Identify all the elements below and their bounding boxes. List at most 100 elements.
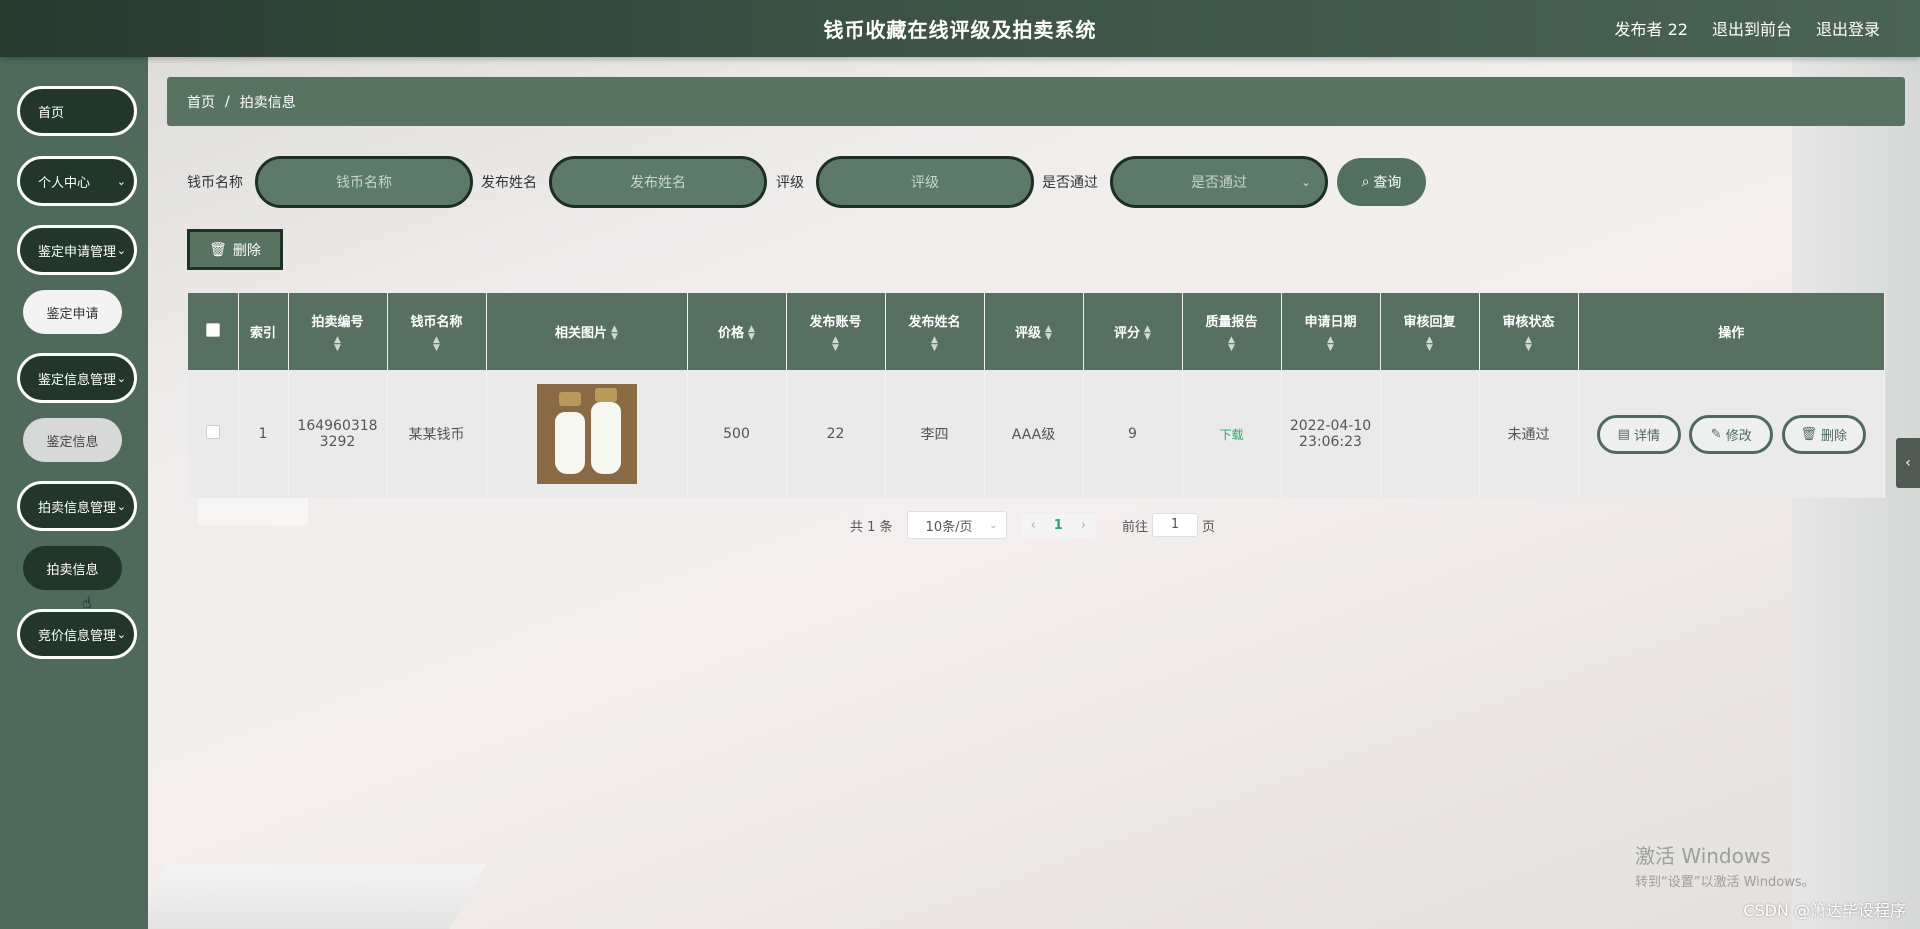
current-page[interactable]: 1 (1054, 518, 1063, 533)
sidebar-item-bid-mgmt[interactable]: 竞价信息管理 ⌄ (17, 609, 137, 659)
logout-link[interactable]: 退出登录 (1816, 16, 1880, 40)
sidebar-subitem-auction-info[interactable]: 拍卖信息 (23, 546, 122, 590)
current-user[interactable]: 发布者 22 (1615, 16, 1688, 40)
pagination: 共 1 条 10条/页 ⌄ ‹ 1 › 前往 1 页 (850, 511, 1215, 539)
chevron-down-icon: ⌄ (116, 243, 126, 257)
header-label: 审核状态 (1502, 315, 1555, 330)
sort-icon[interactable]: ▲ ▼ (611, 325, 618, 342)
page-size-select[interactable]: 10条/页 ⌄ (906, 511, 1007, 539)
passed-select-value: 是否通过 (1191, 175, 1247, 191)
cell-date: 2022-04-10 23:06:23 (1281, 370, 1381, 498)
sidebar-item-label: 拍卖信息 (46, 562, 99, 578)
sidebar-item-label: 鉴定信息 (46, 434, 99, 450)
query-button[interactable]: ⌕ 查询 (1337, 158, 1426, 206)
row-checkbox[interactable] (205, 425, 220, 439)
sidebar-item-appraisal-info-mgmt[interactable]: 鉴定信息管理 ⌄ (17, 353, 137, 403)
header-publisher-name[interactable]: 发布姓名 ▲ ▼ (885, 293, 985, 370)
cell-actions: ▤ 详情 ✎ 修改 🗑 删除 (1578, 370, 1885, 498)
sidebar-item-home[interactable]: 首页 (17, 86, 137, 136)
coin-photo[interactable] (536, 384, 637, 484)
header-label: 评分 (1114, 325, 1141, 341)
header-label: 发布姓名 (908, 315, 961, 330)
passed-select[interactable]: 是否通过 ⌄ (1110, 156, 1328, 208)
row-select[interactable] (188, 370, 239, 498)
top-bar: 钱币收藏在线评级及拍卖系统 发布者 22 退出到前台 退出登录 (0, 0, 1920, 57)
page-nav: ‹ 1 › (1020, 513, 1096, 537)
auction-no-line2: 3292 (319, 434, 356, 450)
header-actions: 操作 (1578, 293, 1885, 370)
rating-label: 评级 (776, 175, 804, 191)
header-report[interactable]: 质量报告 ▲ ▼ (1182, 293, 1282, 370)
chevron-down-icon: ⌄ (116, 499, 126, 513)
sidebar-item-appraisal-apply-mgmt[interactable]: 鉴定申请管理 ⌄ (17, 225, 137, 275)
rating-input[interactable]: 评级 (816, 156, 1034, 208)
header-reply[interactable]: 审核回复 ▲ ▼ (1380, 293, 1480, 370)
prev-page-icon[interactable]: ‹ (1031, 518, 1036, 533)
sort-icon[interactable]: ▲ ▼ (392, 336, 482, 353)
header-auction-no[interactable]: 拍卖编号 ▲ ▼ (288, 293, 388, 370)
sidebar-subitem-appraisal-apply[interactable]: 鉴定申请 (23, 290, 122, 334)
sort-icon[interactable]: ▲ ▼ (1144, 325, 1151, 342)
front-link[interactable]: 退出到前台 (1712, 16, 1792, 40)
coin-name-input[interactable]: 钱币名称 (255, 156, 473, 208)
header-price[interactable]: 价格 ▲ ▼ (687, 293, 787, 370)
header-select-all[interactable] (188, 293, 239, 370)
edit-button[interactable]: ✎ 修改 (1689, 414, 1774, 454)
header-label: 申请日期 (1304, 315, 1357, 330)
sort-icon[interactable]: ▲ ▼ (791, 336, 881, 353)
header-label: 价格 (718, 325, 745, 341)
goto-page-input[interactable]: 1 (1152, 513, 1199, 537)
sort-icon[interactable]: ▲ ▼ (1385, 336, 1475, 353)
goto-page: 前往 1 页 (1122, 513, 1215, 537)
header-label: 相关图片 (555, 325, 608, 341)
detail-button-label: 详情 (1633, 428, 1660, 444)
header-image[interactable]: 相关图片 ▲ ▼ (486, 293, 688, 370)
delete-button[interactable]: 🗑 删除 (1781, 414, 1866, 454)
breadcrumb: 首页 / 拍卖信息 (167, 77, 1905, 126)
header-date[interactable]: 申请日期 ▲ ▼ (1281, 293, 1381, 370)
sort-icon[interactable]: ▲ ▼ (748, 325, 755, 342)
header-label: 质量报告 (1205, 315, 1258, 330)
detail-button[interactable]: ▤ 详情 (1596, 414, 1681, 454)
select-all-checkbox[interactable] (205, 322, 220, 337)
sidebar-item-label: 竞价信息管理 (38, 628, 117, 644)
delete-button-label: 删除 (1820, 428, 1847, 444)
auction-table: 索引 拍卖编号 ▲ ▼ 钱币名称 ▲ ▼ 相关图片 ▲ ▼ 价格 ▲ ▼ 发布账号 ▲ ▼ 发布姓名… (188, 293, 1885, 498)
header-rating[interactable]: 评级 ▲ ▼ (984, 293, 1084, 370)
download-report-link[interactable]: 下载 (1219, 428, 1243, 442)
sort-icon[interactable]: ▲ ▼ (890, 336, 980, 353)
header-status[interactable]: 审核状态 ▲ ▼ (1479, 293, 1579, 370)
cell-reply (1380, 370, 1480, 498)
sidebar-item-auction-mgmt[interactable]: 拍卖信息管理 ⌄ (17, 481, 137, 531)
sidebar-item-label: 拍卖信息管理 (38, 500, 117, 516)
date-line1: 2022-04-10 (1289, 418, 1372, 434)
header-score[interactable]: 评分 ▲ ▼ (1083, 293, 1183, 370)
header-label: 钱币名称 (410, 315, 463, 330)
trash-icon: 🗑 (1800, 426, 1817, 442)
collapse-panel-tab[interactable]: ‹ (1896, 438, 1920, 488)
header-label: 拍卖编号 (311, 315, 364, 330)
header-coin-name[interactable]: 钱币名称 ▲ ▼ (387, 293, 487, 370)
sidebar-item-label: 首页 (38, 105, 65, 121)
sidebar-subitem-appraisal-info[interactable]: 鉴定信息 (23, 418, 122, 462)
cell-name: 李四 (885, 370, 985, 498)
sidebar-item-label: 鉴定申请管理 (38, 244, 117, 260)
pencil-icon: ✎ (1710, 426, 1722, 442)
next-page-icon[interactable]: › (1081, 518, 1086, 533)
header-account[interactable]: 发布账号 ▲ ▼ (786, 293, 886, 370)
sort-icon[interactable]: ▲ ▼ (1187, 336, 1277, 353)
sort-icon[interactable]: ▲ ▼ (293, 336, 383, 353)
passed-label: 是否通过 (1042, 175, 1098, 191)
header-label: 发布账号 (809, 315, 862, 330)
page-size-value: 10条/页 (925, 519, 973, 535)
breadcrumb-home[interactable]: 首页 (187, 92, 215, 112)
header-index: 索引 (238, 293, 289, 370)
sort-icon[interactable]: ▲ ▼ (1484, 336, 1574, 353)
publisher-input[interactable]: 发布姓名 (549, 156, 767, 208)
sidebar-item-personal[interactable]: 个人中心 ⌄ (17, 156, 137, 206)
sort-icon[interactable]: ▲ ▼ (1286, 336, 1376, 353)
hand-cursor-icon: ☝ (82, 593, 92, 612)
sort-icon[interactable]: ▲ ▼ (1045, 325, 1052, 342)
batch-delete-button[interactable]: 🗑 删除 (187, 229, 283, 270)
table-row: 1 164960318 3292 某某钱币 500 22 李四 AAA级 9 下… (188, 370, 1885, 498)
